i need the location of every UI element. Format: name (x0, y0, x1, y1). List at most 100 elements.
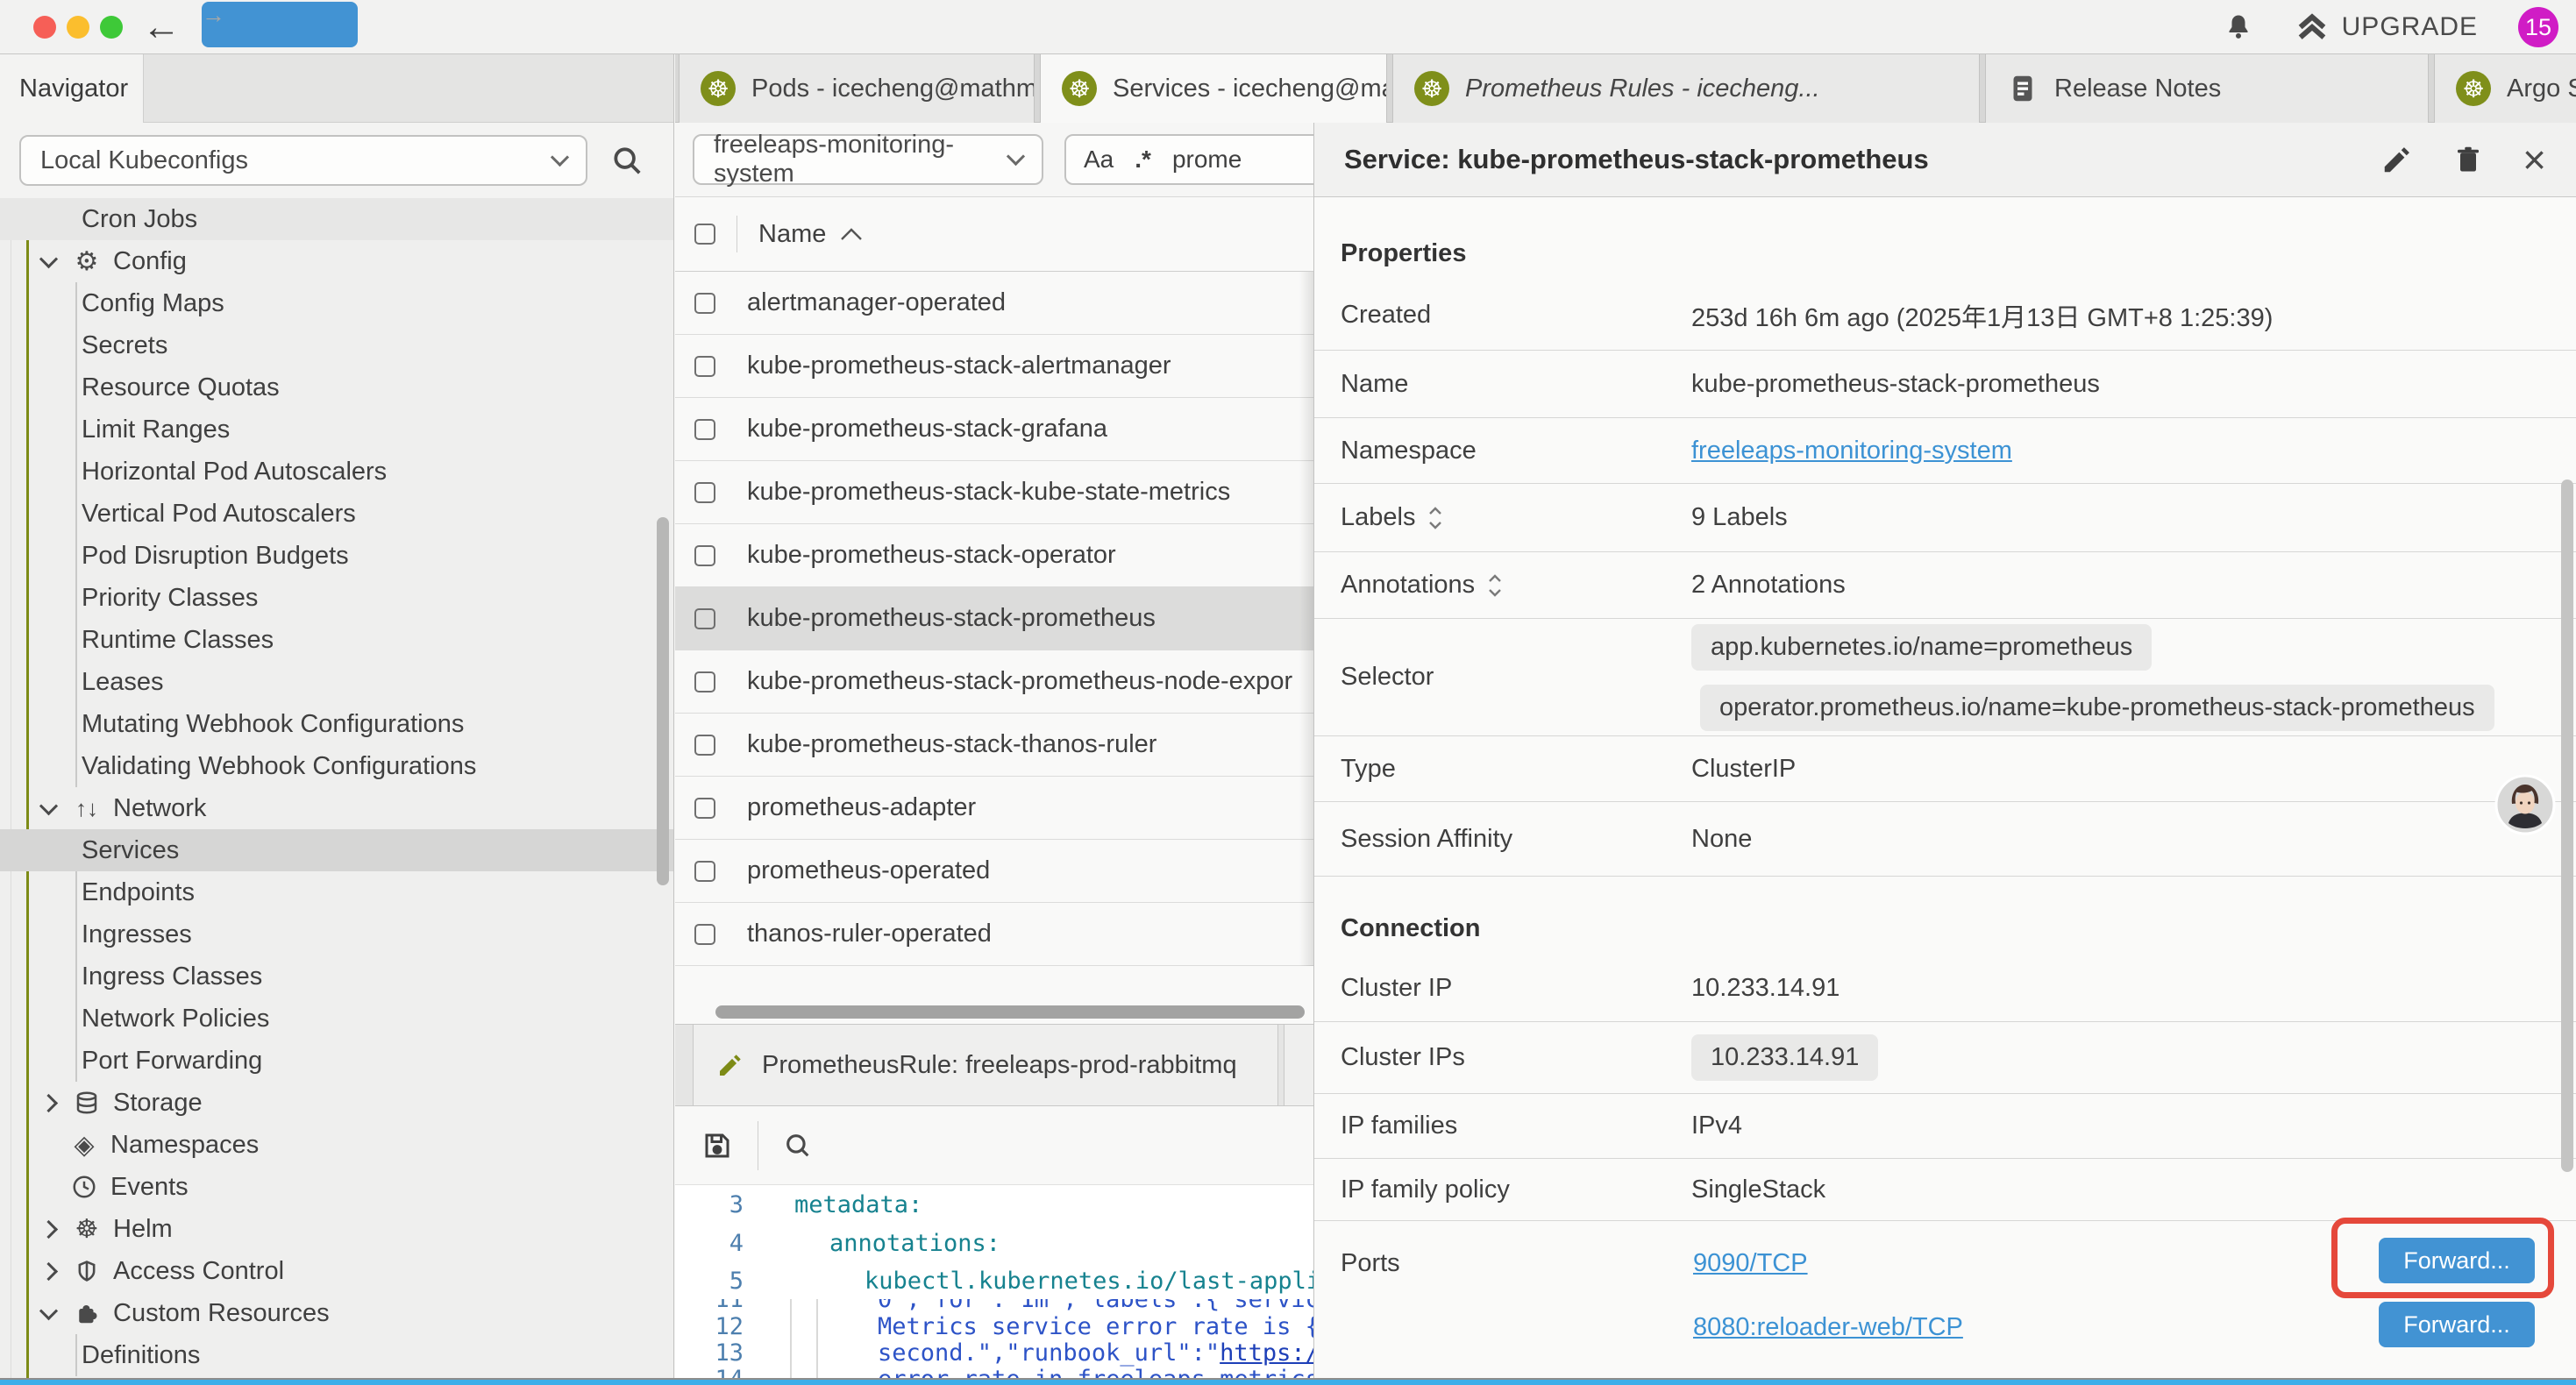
avatar[interactable] (2494, 774, 2556, 835)
expand-collapse-icon[interactable] (1427, 503, 1443, 533)
port-link[interactable]: 9090/TCP (1693, 1249, 1808, 1278)
row-checkbox[interactable] (694, 356, 715, 377)
sidebar-group-helm[interactable]: ☸ Helm (0, 1208, 673, 1250)
forward-arrow-icon[interactable]: → (202, 2, 358, 47)
table-row[interactable]: kube-prometheus-stack-thanos-ruler (675, 714, 1313, 777)
close-icon[interactable]: × (2523, 139, 2546, 180)
sidebar-item-events[interactable]: Events (0, 1166, 673, 1208)
editor-tab-prometheusrule[interactable]: PrometheusRule: freeleaps-prod-rabbitmq (693, 1025, 1278, 1105)
sidebar-item-ingress-classes[interactable]: Ingress Classes (0, 955, 673, 998)
sidebar-item-ingresses[interactable]: Ingresses (0, 913, 673, 955)
sidebar-item-config-maps[interactable]: Config Maps (0, 282, 673, 324)
horizontal-scrollbar[interactable] (715, 1005, 1305, 1019)
row-checkbox[interactable] (694, 545, 715, 566)
sidebar-item-pod-disruption-budgets[interactable]: Pod Disruption Budgets (0, 535, 673, 577)
sidebar-item-label: Network Policies (82, 1005, 269, 1033)
sidebar-item-label: Secrets (82, 331, 167, 360)
field-value[interactable]: 2 Annotations (1691, 571, 1846, 600)
sidebar-item-network-policies[interactable]: Network Policies (0, 998, 673, 1040)
notifications-bell-icon[interactable] (2223, 11, 2254, 43)
row-checkbox[interactable] (694, 798, 715, 819)
table-row[interactable]: kube-prometheus-stack-prometheus-node-ex… (675, 650, 1313, 714)
delete-trash-icon[interactable] (2452, 144, 2484, 175)
sidebar-item-priority-classes[interactable]: Priority Classes (0, 577, 673, 619)
row-checkbox[interactable] (694, 419, 715, 440)
tab-release-notes[interactable]: Release Notes (1985, 54, 2429, 123)
sidebar-item-limit-ranges[interactable]: Limit Ranges (0, 408, 673, 451)
sidebar-item-services[interactable]: Services (0, 829, 673, 871)
expand-collapse-icon[interactable] (1487, 571, 1503, 600)
sidebar-item-runtime-classes[interactable]: Runtime Classes (0, 619, 673, 661)
runbook-url-link[interactable]: https://net (1220, 1339, 1313, 1367)
sidebar-item-vertical-pod-autoscalers[interactable]: Vertical Pod Autoscalers (0, 493, 673, 535)
sidebar-item-endpoints[interactable]: Endpoints (0, 871, 673, 913)
table-row[interactable]: kube-prometheus-stack-grafana (675, 398, 1313, 461)
service-name: kube-prometheus-stack-thanos-ruler (747, 730, 1156, 759)
sidebar-item-definitions[interactable]: Definitions (0, 1334, 673, 1376)
sidebar-group-network[interactable]: ↑↓ Network (0, 787, 673, 829)
sidebar-item-namespaces[interactable]: ◈ Namespaces (0, 1124, 673, 1166)
row-checkbox[interactable] (694, 671, 715, 692)
sidebar-item-horizontal-pod-autoscalers[interactable]: Horizontal Pod Autoscalers (0, 451, 673, 493)
table-row[interactable]: kube-prometheus-stack-kube-state-metrics (675, 461, 1313, 524)
sidebar-item-leases[interactable]: Leases (0, 661, 673, 703)
notification-count-badge[interactable]: 15 (2518, 7, 2558, 47)
row-checkbox[interactable] (694, 735, 715, 756)
back-arrow-icon[interactable]: ← (142, 2, 181, 53)
tab-navigator[interactable]: Navigator (0, 54, 144, 123)
window-minimize-button[interactable] (67, 16, 89, 39)
table-row[interactable]: thanos-ruler-operated (675, 903, 1313, 966)
row-checkbox[interactable] (694, 861, 715, 882)
sidebar-group-access-control[interactable]: Access Control (0, 1250, 673, 1292)
search-filter-box[interactable]: Aa .* (1064, 134, 1332, 185)
detail-scrollbar[interactable] (2561, 479, 2573, 1172)
tab-prometheus-rules[interactable]: ☸ Prometheus Rules - icecheng... (1392, 54, 1980, 123)
sidebar-group-custom-resources[interactable]: Custom Resources (0, 1292, 673, 1334)
forward-button[interactable]: Forward... (2379, 1302, 2535, 1347)
search-icon[interactable] (783, 1131, 813, 1161)
name-column-header[interactable]: Name (758, 220, 863, 249)
sidebar-group-storage[interactable]: Storage (0, 1082, 673, 1124)
window-close-button[interactable] (33, 16, 56, 39)
table-row[interactable]: kube-prometheus-stack-operator (675, 524, 1313, 587)
table-row[interactable]: prometheus-operated (675, 840, 1313, 903)
sidebar-item-resource-quotas[interactable]: Resource Quotas (0, 366, 673, 408)
regex-toggle[interactable]: .* (1135, 146, 1151, 174)
table-row[interactable]: prometheus-adapter (675, 777, 1313, 840)
tab-pods[interactable]: ☸ Pods - icecheng@mathmas... (679, 54, 1035, 123)
field-label: Labels (1341, 503, 1415, 532)
sidebar-item-cron-jobs[interactable]: Cron Jobs (0, 198, 673, 240)
sidebar-item-validating-webhook-configurations[interactable]: Validating Webhook Configurations (0, 745, 673, 787)
table-row[interactable]: kube-prometheus-stack-alertmanager (675, 335, 1313, 398)
sidebar-item-port-forwarding[interactable]: Port Forwarding (0, 1040, 673, 1082)
tab-argo[interactable]: ☸ Argo Se (2434, 54, 2576, 123)
sidebar-scrollbar[interactable] (657, 517, 669, 885)
select-all-checkbox[interactable] (694, 224, 715, 245)
upgrade-button[interactable]: UPGRADE (2295, 10, 2478, 45)
sidebar-group-config[interactable]: ⚙ Config (0, 240, 673, 282)
yaml-editor[interactable]: 3 metadata: 4 annotations: 5 kubectl.kub… (675, 1185, 1313, 1378)
save-icon[interactable] (701, 1130, 733, 1161)
row-checkbox[interactable] (694, 482, 715, 503)
search-icon[interactable] (610, 144, 644, 177)
row-checkbox[interactable] (694, 924, 715, 945)
field-value[interactable]: 9 Labels (1691, 503, 1788, 532)
table-row-selected[interactable]: kube-prometheus-stack-prometheus (675, 587, 1313, 650)
namespace-select[interactable]: freeleaps-monitoring-system (693, 134, 1043, 185)
kubernetes-icon: ☸ (2456, 71, 2491, 106)
window-zoom-button[interactable] (100, 16, 123, 39)
edit-pencil-icon[interactable] (2380, 143, 2414, 176)
service-detail-panel: Service: kube-prometheus-stack-prometheu… (1313, 123, 2576, 1378)
sidebar-item-mutating-webhook-configurations[interactable]: Mutating Webhook Configurations (0, 703, 673, 745)
namespace-link[interactable]: freeleaps-monitoring-system (1691, 437, 2012, 465)
table-row[interactable]: alertmanager-operated (675, 272, 1313, 335)
sidebar-item-label: Mutating Webhook Configurations (82, 710, 464, 739)
tab-services[interactable]: ☸ Services - icecheng@math... × (1040, 54, 1387, 123)
row-checkbox[interactable] (694, 293, 715, 314)
port-link[interactable]: 8080:reloader-web/TCP (1693, 1313, 1963, 1342)
sidebar-item-secrets[interactable]: Secrets (0, 324, 673, 366)
match-case-toggle[interactable]: Aa (1084, 146, 1114, 174)
row-checkbox[interactable] (694, 608, 715, 629)
search-input[interactable] (1172, 146, 1313, 174)
kubeconfig-select[interactable]: Local Kubeconfigs (19, 135, 587, 186)
